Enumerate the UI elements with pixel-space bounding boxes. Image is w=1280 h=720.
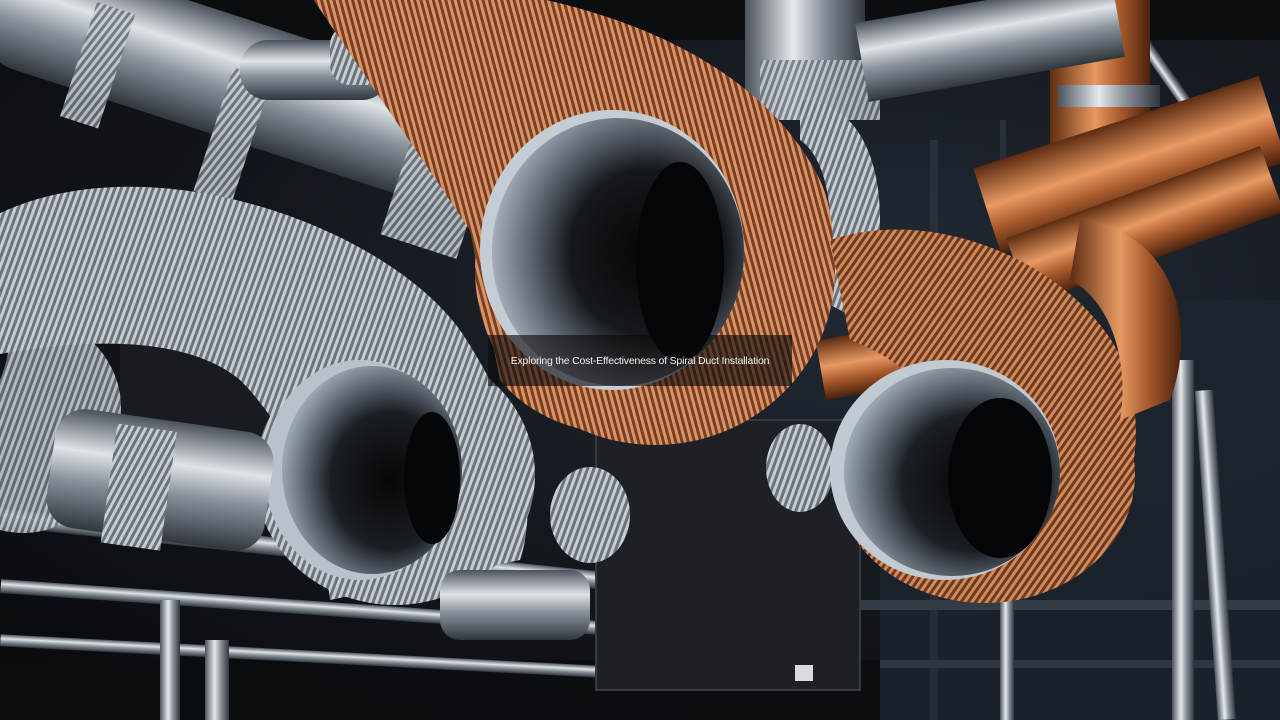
caption-text: Exploring the Cost-Effectiveness of Spir… xyxy=(510,354,770,367)
caption-overlay: Exploring the Cost-Effectiveness of Spir… xyxy=(488,335,792,386)
hero-image: Exploring the Cost-Effectiveness of Spir… xyxy=(0,0,1280,720)
